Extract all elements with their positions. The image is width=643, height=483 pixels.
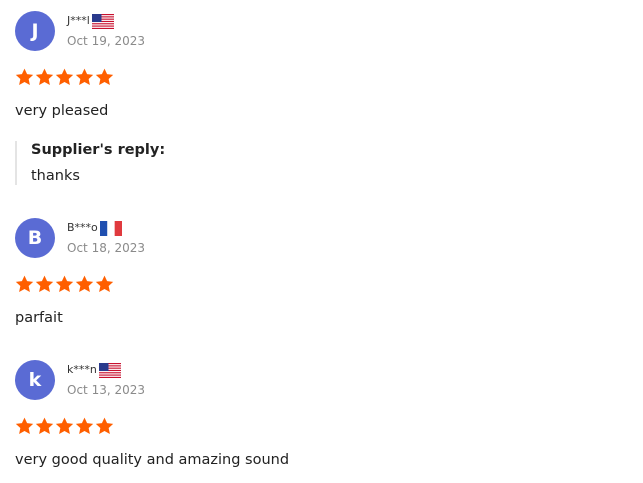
star-icon bbox=[35, 275, 54, 293]
star-icon bbox=[75, 417, 94, 435]
star-icon bbox=[95, 275, 114, 293]
star-icon bbox=[95, 68, 114, 86]
review-header: B B***o Oct 18, 2023 bbox=[15, 218, 643, 258]
reviewer-line: k***n bbox=[67, 362, 121, 378]
reply-text: thanks bbox=[31, 168, 80, 184]
reviewer-line: B***o bbox=[67, 220, 122, 236]
flag-us-icon bbox=[91, 13, 114, 29]
review-header: J J***l Oct 19, 2023 bbox=[15, 11, 643, 51]
review-text: very good quality and amazing sound bbox=[15, 452, 290, 468]
star-icon bbox=[55, 68, 74, 86]
rating-stars bbox=[15, 275, 114, 293]
rating-stars bbox=[15, 417, 114, 435]
reviewer-name: J***l bbox=[67, 14, 90, 27]
review-text: parfait bbox=[15, 310, 63, 326]
star-icon bbox=[35, 417, 54, 435]
avatar: J bbox=[15, 11, 55, 51]
star-icon bbox=[15, 417, 34, 435]
review-date: Oct 13, 2023 bbox=[67, 383, 145, 397]
review-item: k k***n Oct 13, 2023 very good quality a… bbox=[15, 360, 643, 468]
star-icon bbox=[75, 275, 94, 293]
review-date: Oct 18, 2023 bbox=[67, 241, 145, 255]
review-text: very pleased bbox=[15, 103, 109, 119]
review-item: J J***l Oct 19, 2023 very pleased Suppli… bbox=[15, 11, 643, 185]
star-icon bbox=[55, 275, 74, 293]
star-icon bbox=[15, 68, 34, 86]
supplier-reply: Supplier's reply: thanks bbox=[15, 141, 331, 185]
star-icon bbox=[95, 417, 114, 435]
reply-title: Supplier's reply: bbox=[31, 142, 166, 158]
review-item: B B***o Oct 18, 2023 parfait bbox=[15, 218, 643, 326]
star-icon bbox=[35, 68, 54, 86]
reviewer-line: J***l bbox=[67, 13, 114, 29]
star-icon bbox=[75, 68, 94, 86]
flag-us-icon bbox=[98, 362, 121, 378]
reviewer-name: B***o bbox=[67, 221, 98, 234]
rating-stars bbox=[15, 68, 114, 86]
review-date: Oct 19, 2023 bbox=[67, 34, 145, 48]
avatar: B bbox=[15, 218, 55, 258]
review-header: k k***n Oct 13, 2023 bbox=[15, 360, 643, 400]
star-icon bbox=[15, 275, 34, 293]
avatar: k bbox=[15, 360, 55, 400]
star-icon bbox=[55, 417, 74, 435]
reviewer-name: k***n bbox=[67, 363, 97, 376]
flag-fr-icon bbox=[99, 220, 122, 236]
